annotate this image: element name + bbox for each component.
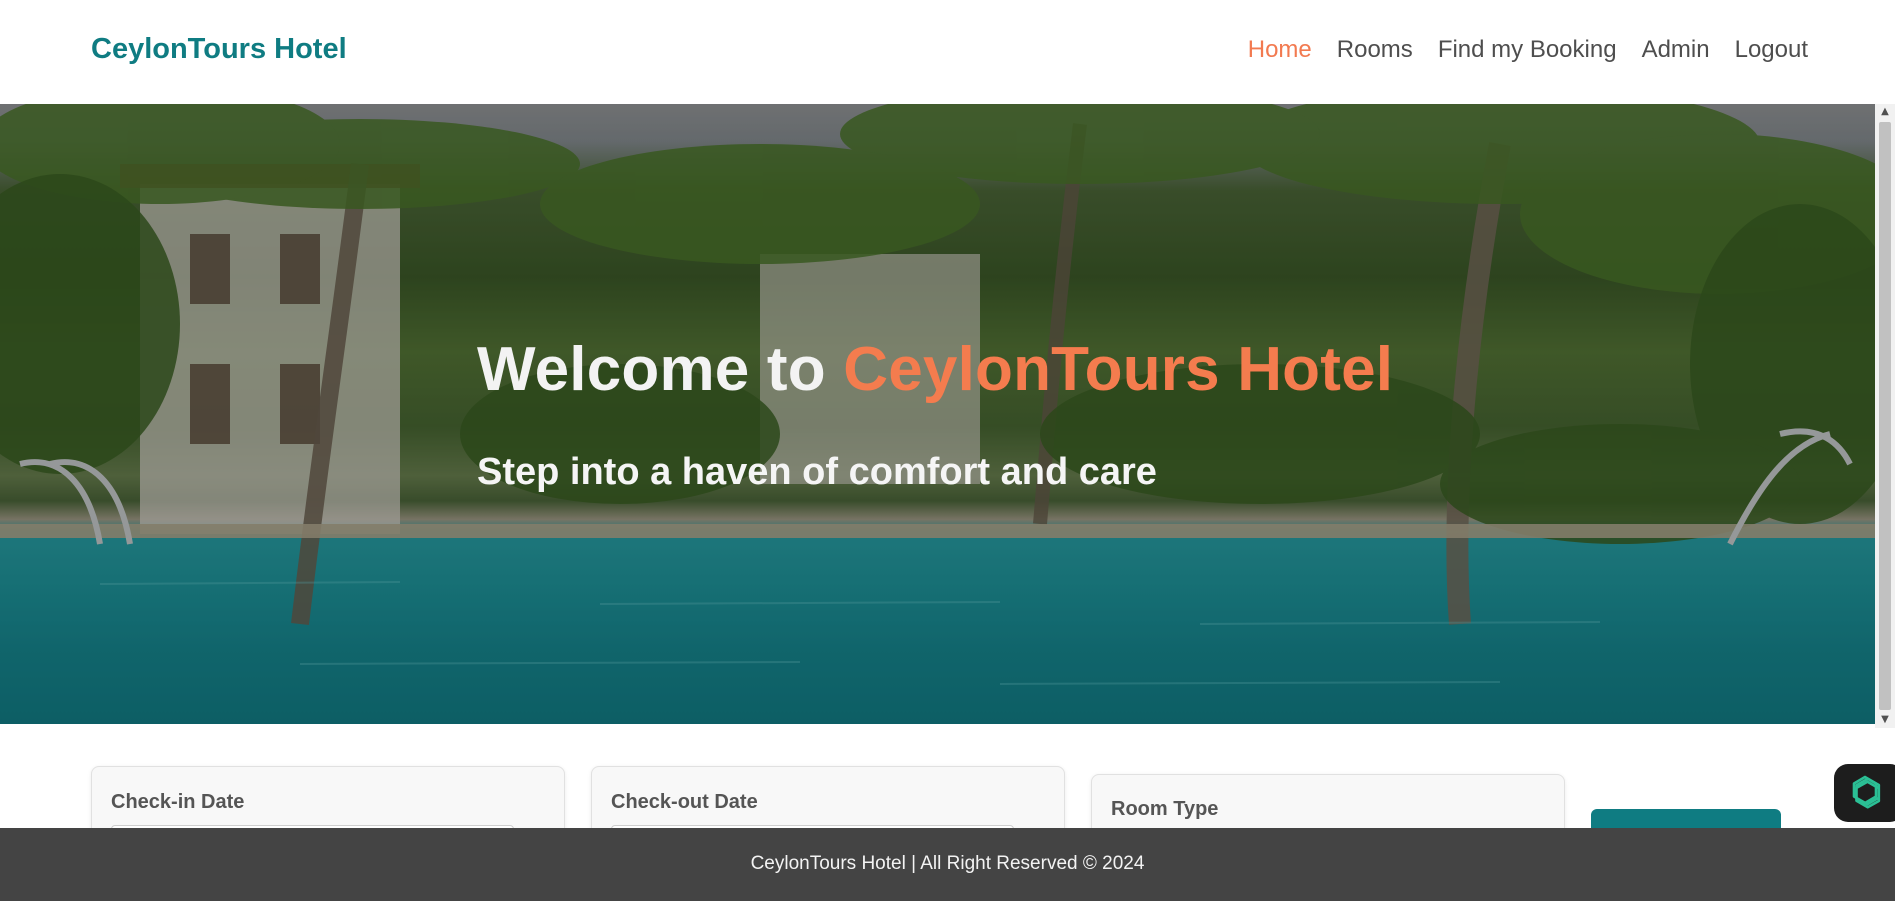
checkin-label: Check-in Date: [111, 791, 245, 813]
hero-title: Welcome to CeylonTours Hotel: [477, 334, 1393, 405]
hero-dim-overlay: [0, 104, 1875, 724]
site-header: CeylonTours Hotel Home Rooms Find my Boo…: [0, 0, 1895, 104]
hero-title-accent: CeylonTours Hotel: [843, 335, 1394, 404]
room-type-label: Room Type: [1111, 798, 1219, 820]
brand-logo[interactable]: CeylonTours Hotel: [91, 33, 347, 66]
scroll-down-arrow-icon[interactable]: ▼: [1875, 712, 1895, 728]
nav-logout[interactable]: Logout: [1735, 36, 1808, 64]
nav-rooms[interactable]: Rooms: [1337, 36, 1413, 64]
openai-chat-icon: [1852, 775, 1881, 809]
hero-title-prefix: Welcome to: [477, 335, 844, 404]
site-footer: CeylonTours Hotel | All Right Reserved ©…: [0, 828, 1895, 901]
checkout-label: Check-out Date: [611, 791, 758, 813]
footer-copyright: CeylonTours Hotel | All Right Reserved ©…: [750, 853, 1145, 874]
nav-home[interactable]: Home: [1248, 36, 1312, 64]
nav-admin[interactable]: Admin: [1642, 36, 1710, 64]
main-nav: Home Rooms Find my Booking Admin Logout: [1223, 36, 1808, 64]
scrollbar-thumb[interactable]: [1879, 122, 1891, 710]
nav-find-my-booking[interactable]: Find my Booking: [1438, 36, 1617, 64]
page-scrollbar[interactable]: ▲ ▼: [1875, 104, 1895, 728]
hero-subtitle: Step into a haven of comfort and care: [477, 451, 1157, 493]
scroll-up-arrow-icon[interactable]: ▲: [1875, 104, 1895, 120]
chat-assistant-widget[interactable]: [1834, 764, 1895, 822]
hero-section: Welcome to CeylonTours Hotel Step into a…: [0, 104, 1875, 724]
